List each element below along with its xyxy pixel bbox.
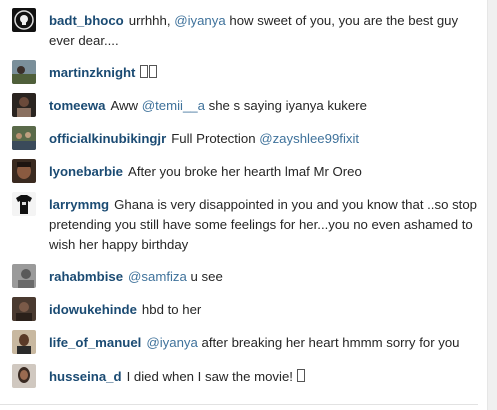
mention-link[interactable]: @iyanya (174, 13, 226, 28)
comment-body: after breaking her heart hmmm sorry for … (197, 335, 460, 350)
comment-text: idowukehinde hbd to her (49, 300, 479, 320)
man-avatar[interactable] (12, 330, 36, 354)
comment-text: tomeewa Aww @temii__a she s saying iyanya… (49, 96, 479, 116)
comment-item: martinzknight (12, 60, 479, 86)
comment-username[interactable]: life_of_manuel (49, 335, 141, 350)
mention-link[interactable]: @zayshlee99fixit (259, 131, 359, 146)
comment-username[interactable]: badt_bhoco (49, 13, 124, 28)
comment-item: larrymmg Ghana is very disappointed in yo… (12, 192, 479, 258)
woman-avatar[interactable] (12, 364, 36, 388)
comment-body: urrhhh, (128, 13, 175, 28)
comment-text: larrymmg Ghana is very disappointed in yo… (49, 195, 479, 255)
comment-item: badt_bhoco urrhhh, @iyanya how sweet of y… (12, 8, 479, 52)
comment-body: Full Protection (171, 131, 260, 146)
comment-body: she s saying iyanya kukere (204, 98, 367, 113)
comment-text: officialkinubikingjr Full Protection @zay… (49, 129, 479, 149)
dim-portrait-avatar[interactable] (12, 297, 36, 321)
portrait-avatar[interactable] (12, 93, 36, 117)
comment-username[interactable]: husseina_d (49, 369, 122, 384)
landscape-avatar[interactable] (12, 60, 36, 84)
comment-text: rahabmbise @samfiza u see (49, 267, 479, 287)
comment-item: officialkinubikingjr Full Protection @zay… (12, 126, 479, 152)
comment-body: I died when I saw the movie! (126, 369, 297, 384)
comment-username[interactable]: officialkinubikingjr (49, 131, 166, 146)
comment-item: life_of_manuel @iyanya after breaking her… (12, 330, 479, 356)
scrollbar[interactable] (488, 0, 497, 410)
comment-username[interactable]: rahabmbise (49, 269, 123, 284)
comment-text: lyonebarbie After you broke her hearth lm… (49, 162, 479, 182)
comment-item: lyonebarbie After you broke her hearth lm… (12, 159, 479, 185)
comment-username[interactable]: larrymmg (49, 197, 109, 212)
mention-link[interactable]: @temii__a (142, 98, 205, 113)
mention-link[interactable]: @samfiza (128, 269, 187, 284)
divider (0, 404, 478, 405)
comment-text: martinzknight (49, 63, 479, 83)
comment-body: hbd to her (141, 302, 202, 317)
comments-panel: badt_bhoco urrhhh, @iyanya how sweet of y… (0, 0, 488, 410)
comment-body: Aww (110, 98, 142, 113)
face-avatar[interactable] (12, 159, 36, 183)
emoji-placeholder-icon (149, 65, 158, 78)
comment-username[interactable]: martinzknight (49, 65, 135, 80)
comment-username[interactable]: idowukehinde (49, 302, 137, 317)
tshirt-avatar[interactable] (12, 192, 36, 216)
crowd-avatar[interactable] (12, 126, 36, 150)
comment-item: tomeewa Aww @temii__a she s saying iyanya… (12, 93, 479, 119)
comment-item: idowukehinde hbd to her (12, 297, 479, 323)
mention-link[interactable]: @iyanya (146, 335, 198, 350)
comment-text: life_of_manuel @iyanya after breaking her… (49, 333, 479, 353)
comment-text: husseina_d I died when I saw the movie! (49, 367, 479, 387)
comment-body: u see (186, 269, 223, 284)
skull-badge-avatar[interactable] (12, 8, 36, 32)
comment-body: After you broke her hearth lmaf Mr Oreo (128, 164, 362, 179)
comment-username[interactable]: lyonebarbie (49, 164, 123, 179)
grey-portrait-avatar[interactable] (12, 264, 36, 288)
emoji-placeholder-icon (296, 369, 305, 382)
comment-item: husseina_d I died when I saw the movie! (12, 364, 479, 390)
emoji-placeholder-icon (140, 65, 149, 78)
comment-item: rahabmbise @samfiza u see (12, 264, 479, 290)
comment-username[interactable]: tomeewa (49, 98, 105, 113)
comment-body: Ghana is very disappointed in you and yo… (49, 197, 477, 252)
comment-text: badt_bhoco urrhhh, @iyanya how sweet of y… (49, 11, 479, 51)
